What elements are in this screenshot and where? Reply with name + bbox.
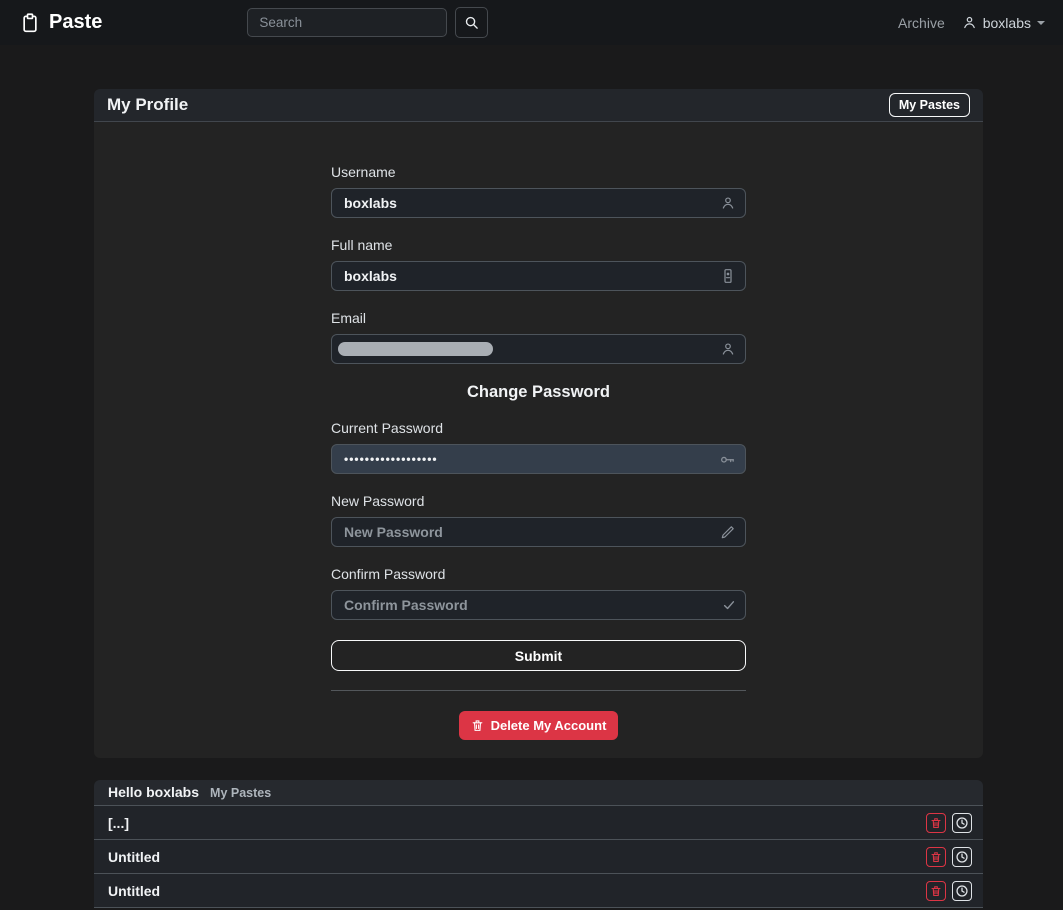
delete-paste-button[interactable] — [926, 846, 946, 867]
clock-icon — [955, 850, 969, 864]
paste-history-button[interactable] — [952, 812, 972, 833]
redacted-email-value — [338, 342, 493, 356]
clock-icon — [955, 884, 969, 898]
current-password-label: Current Password — [331, 420, 444, 436]
search-form — [247, 7, 489, 38]
email-field-group: Email — [331, 310, 746, 364]
nav-link-archive[interactable]: Archive — [898, 15, 945, 31]
trash-icon — [930, 885, 942, 897]
navbar: Paste Archive boxlabs — [0, 0, 1063, 45]
trash-icon — [471, 719, 484, 732]
new-password-label: New Password — [331, 493, 425, 509]
email-input[interactable] — [331, 334, 746, 364]
trash-icon — [930, 851, 942, 863]
chevron-down-icon — [1037, 20, 1045, 29]
paste-title-link[interactable]: Untitled — [108, 883, 160, 899]
check-icon — [722, 598, 736, 612]
username-input[interactable] — [331, 188, 746, 218]
confirm-password-input[interactable] — [331, 590, 746, 620]
current-password-input[interactable] — [331, 444, 746, 474]
profile-form: Username Full name — [94, 122, 983, 758]
search-input[interactable] — [247, 8, 448, 37]
id-card-icon — [720, 268, 736, 284]
navbar-right: Archive boxlabs — [898, 15, 1045, 31]
paste-history-button[interactable] — [952, 880, 972, 901]
greeting-text: Hello boxlabs — [108, 784, 200, 800]
current-password-field-group: Current Password — [331, 420, 746, 474]
paste-list-item: Untitled — [94, 874, 983, 908]
brand[interactable]: Paste — [20, 11, 102, 34]
username-label: Username — [331, 164, 396, 180]
submit-button[interactable]: Submit — [331, 640, 746, 671]
key-icon — [719, 451, 736, 468]
search-button[interactable] — [455, 7, 489, 38]
delete-account-label: Delete My Account — [490, 718, 607, 733]
new-password-input[interactable] — [331, 517, 746, 547]
clock-icon — [955, 816, 969, 830]
paste-list-item: Untitled — [94, 840, 983, 874]
user-name: boxlabs — [982, 14, 1031, 31]
user-menu[interactable]: boxlabs — [962, 15, 1045, 31]
delete-paste-button[interactable] — [926, 812, 946, 833]
confirm-password-field-group: Confirm Password — [331, 566, 746, 620]
paste-history-button[interactable] — [952, 846, 972, 867]
paste-list-item: [...] — [94, 806, 983, 840]
profile-card: My Profile My Pastes Username boxlabs Fu… — [94, 89, 983, 758]
fullname-label: Full name — [331, 237, 393, 253]
new-password-field-group: New Password — [331, 493, 746, 547]
pencil-icon — [720, 524, 736, 540]
change-password-heading: Change Password — [466, 383, 611, 401]
username-field-group: Username — [331, 164, 746, 218]
paste-title-link[interactable]: Untitled — [108, 849, 160, 865]
clipboard-icon — [20, 12, 40, 33]
delete-account-button[interactable]: Delete My Account — [458, 711, 619, 740]
my-pastes-button[interactable]: My Pastes — [888, 93, 970, 117]
user-icon — [720, 341, 736, 357]
fullname-field-group: Full name — [331, 237, 746, 291]
page-title: My Profile — [107, 95, 189, 114]
brand-name: Paste — [49, 11, 103, 33]
divider — [331, 690, 746, 691]
email-label: Email — [331, 310, 367, 326]
my-pastes-card: Hello boxlabs My Pastes [...] Untitled U… — [94, 780, 983, 908]
confirm-password-label: Confirm Password — [331, 566, 446, 582]
profile-card-header: My Profile My Pastes — [94, 89, 983, 122]
fullname-input[interactable] — [331, 261, 746, 291]
my-pastes-subtitle: My Pastes — [210, 786, 272, 800]
pastes-card-header: Hello boxlabs My Pastes — [94, 780, 983, 806]
delete-paste-button[interactable] — [926, 880, 946, 901]
search-icon — [464, 15, 479, 30]
paste-title-link[interactable]: [...] — [108, 815, 129, 831]
trash-icon — [930, 817, 942, 829]
user-icon — [962, 15, 977, 30]
user-icon — [720, 195, 736, 211]
